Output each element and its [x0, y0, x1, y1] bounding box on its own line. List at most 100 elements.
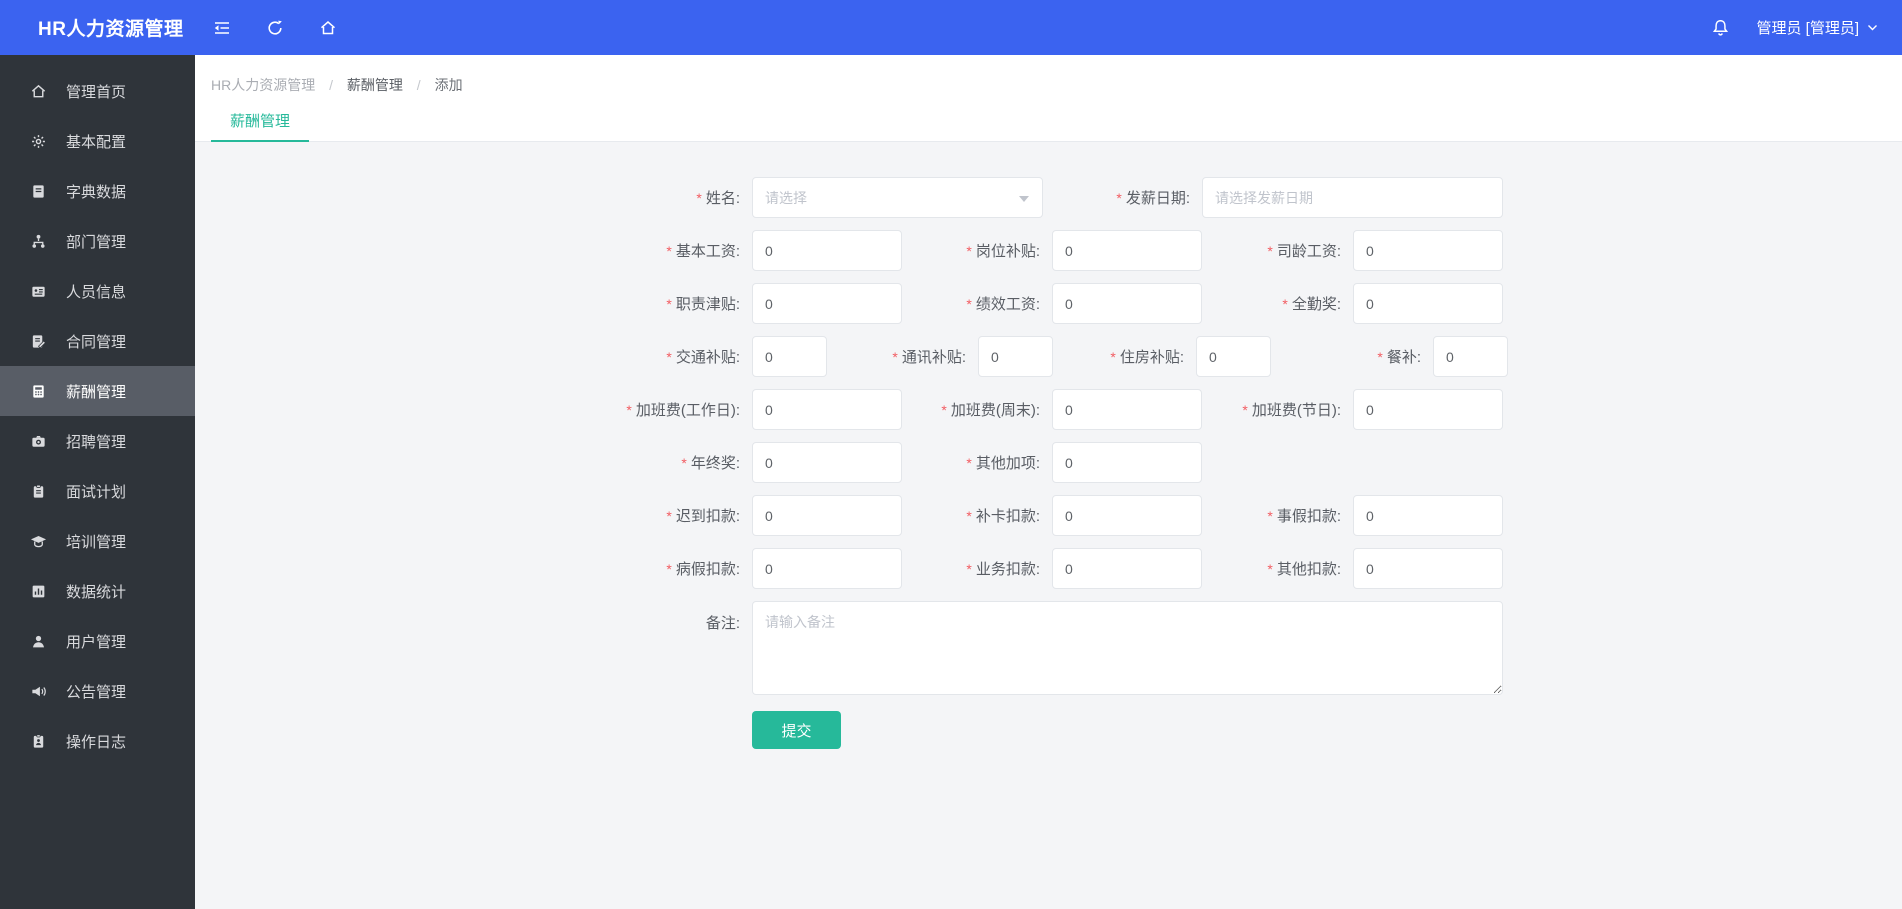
- sidebar-item-label: 基本配置: [66, 133, 127, 151]
- notification-bell-icon[interactable]: [1710, 18, 1730, 38]
- home-icon[interactable]: [318, 18, 338, 38]
- org-chart-icon: [30, 233, 47, 250]
- remark-textarea[interactable]: [752, 601, 1503, 695]
- full-attendance-bonus-input[interactable]: [1353, 283, 1503, 324]
- required-mark: *: [1110, 348, 1116, 365]
- post-allowance-label: * 岗位补贴:: [966, 242, 1040, 261]
- form-row: *年终奖: *其他加项:: [195, 442, 1902, 483]
- sidebar-item-contract[interactable]: 合同管理: [0, 316, 195, 366]
- sidebar-item-recruitment[interactable]: 招聘管理: [0, 416, 195, 466]
- app-title: HR人力资源管理: [38, 19, 184, 40]
- required-mark: *: [892, 348, 898, 365]
- duty-allowance-input[interactable]: [752, 283, 902, 324]
- missed-punch-deduction-input[interactable]: [1052, 495, 1202, 536]
- breadcrumb-separator: /: [416, 77, 421, 93]
- remark-label: 备注:: [705, 615, 740, 632]
- meal-allowance-label: * 餐补:: [1377, 348, 1421, 367]
- name-select[interactable]: 请选择: [752, 177, 1043, 218]
- pay-date-label: * 发薪日期:: [1116, 189, 1190, 208]
- sidebar-item-operation-log[interactable]: 操作日志: [0, 716, 195, 766]
- base-salary-input[interactable]: [752, 230, 902, 271]
- form-row: 备注:: [195, 601, 1902, 695]
- sidebar-item-label: 用户管理: [66, 633, 127, 651]
- communication-allowance-input[interactable]: [978, 336, 1053, 377]
- sidebar-fold-icon[interactable]: [212, 18, 232, 38]
- sidebar-item-label: 面试计划: [66, 483, 127, 501]
- required-mark: *: [666, 560, 672, 577]
- performance-salary-input[interactable]: [1052, 283, 1202, 324]
- business-deduction-input[interactable]: [1052, 548, 1202, 589]
- sidebar-item-label: 薪酬管理: [66, 383, 127, 401]
- contract-icon: [30, 333, 47, 350]
- sidebar-item-users[interactable]: 用户管理: [0, 616, 195, 666]
- user-menu[interactable]: 管理员 [管理员]: [1756, 17, 1878, 38]
- gear-icon: [30, 133, 47, 150]
- overtime-holiday-input[interactable]: [1353, 389, 1503, 430]
- required-mark: *: [966, 507, 972, 524]
- announcement-speaker-icon: [30, 683, 47, 700]
- sick-leave-deduction-label: * 病假扣款:: [666, 560, 740, 579]
- year-end-bonus-label: * 年终奖:: [681, 454, 740, 473]
- sidebar-item-statistics[interactable]: 数据统计: [0, 566, 195, 616]
- tab-salary-management[interactable]: 薪酬管理: [211, 101, 310, 142]
- sidebar-item-label: 操作日志: [66, 733, 127, 751]
- overtime-weekend-input[interactable]: [1052, 389, 1202, 430]
- breadcrumb-item-current: 添加: [434, 77, 463, 93]
- form-row: *职责津贴: *绩效工资: *全勤奖:: [195, 283, 1902, 324]
- home-icon: [30, 83, 47, 100]
- sidebar-item-label: 合同管理: [66, 333, 127, 351]
- sidebar-item-dictionary[interactable]: 字典数据: [0, 166, 195, 216]
- post-allowance-input[interactable]: [1052, 230, 1202, 271]
- overtime-weekday-label: * 加班费(工作日):: [626, 401, 740, 420]
- form-row: *迟到扣款: *补卡扣款: *事假扣款:: [195, 495, 1902, 536]
- required-mark: *: [696, 189, 702, 206]
- other-addition-input[interactable]: [1052, 442, 1202, 483]
- name-label: * 姓名:: [696, 189, 740, 208]
- sidebar-item-interview-plan[interactable]: 面试计划: [0, 466, 195, 516]
- sidebar-item-basic-config[interactable]: 基本配置: [0, 116, 195, 166]
- late-deduction-label: * 迟到扣款:: [666, 507, 740, 526]
- salary-form: *姓名: 请选择 *发薪日期: *基本工资: *岗位补贴: *司龄工资: *职责…: [195, 142, 1902, 909]
- breadcrumb-item[interactable]: HR人力资源管理: [211, 77, 315, 93]
- overtime-holiday-label: * 加班费(节日):: [1242, 401, 1341, 420]
- housing-allowance-input[interactable]: [1196, 336, 1271, 377]
- year-end-bonus-input[interactable]: [752, 442, 902, 483]
- sidebar-item-training[interactable]: 培训管理: [0, 516, 195, 566]
- salary-icon: [30, 383, 47, 400]
- form-actions: 提交: [195, 711, 1902, 749]
- sidebar-item-announcements[interactable]: 公告管理: [0, 666, 195, 716]
- required-mark: *: [966, 560, 972, 577]
- required-mark: *: [1282, 295, 1288, 312]
- sidebar-item-personnel[interactable]: 人员信息: [0, 266, 195, 316]
- breadcrumb: HR人力资源管理 / 薪酬管理 / 添加: [195, 55, 1902, 95]
- user-icon: [30, 633, 47, 650]
- form-row: *加班费(工作日): *加班费(周末): *加班费(节日):: [195, 389, 1902, 430]
- sidebar-item-department[interactable]: 部门管理: [0, 216, 195, 266]
- form-row: *交通补贴: *通讯补贴: *住房补贴: *餐补:: [195, 336, 1902, 377]
- pay-date-input[interactable]: [1202, 177, 1503, 218]
- training-cap-icon: [30, 533, 47, 550]
- required-mark: *: [666, 295, 672, 312]
- sidebar-item-salary[interactable]: 薪酬管理: [0, 366, 195, 416]
- sick-leave-deduction-input[interactable]: [752, 548, 902, 589]
- transport-allowance-input[interactable]: [752, 336, 827, 377]
- user-label: 管理员 [管理员]: [1756, 20, 1859, 37]
- overtime-weekday-input[interactable]: [752, 389, 902, 430]
- required-mark: *: [1267, 507, 1273, 524]
- other-deduction-input[interactable]: [1353, 548, 1503, 589]
- full-attendance-bonus-label: * 全勤奖:: [1282, 295, 1341, 314]
- main-content: HR人力资源管理 / 薪酬管理 / 添加 薪酬管理 * 姓名: 请选择 * 发薪日期…: [195, 55, 1902, 909]
- housing-allowance-label: * 住房补贴:: [1110, 348, 1184, 367]
- required-mark: *: [666, 348, 672, 365]
- business-deduction-label: * 业务扣款:: [966, 560, 1040, 579]
- sidebar-item-home[interactable]: 管理首页: [0, 66, 195, 116]
- late-deduction-input[interactable]: [752, 495, 902, 536]
- required-mark: *: [966, 242, 972, 259]
- meal-allowance-input[interactable]: [1433, 336, 1508, 377]
- tab-bar: 薪酬管理: [195, 101, 1902, 142]
- submit-button[interactable]: 提交: [752, 711, 841, 749]
- refresh-icon[interactable]: [265, 18, 285, 38]
- breadcrumb-item[interactable]: 薪酬管理: [347, 77, 403, 93]
- personal-leave-deduction-input[interactable]: [1353, 495, 1503, 536]
- seniority-salary-input[interactable]: [1353, 230, 1503, 271]
